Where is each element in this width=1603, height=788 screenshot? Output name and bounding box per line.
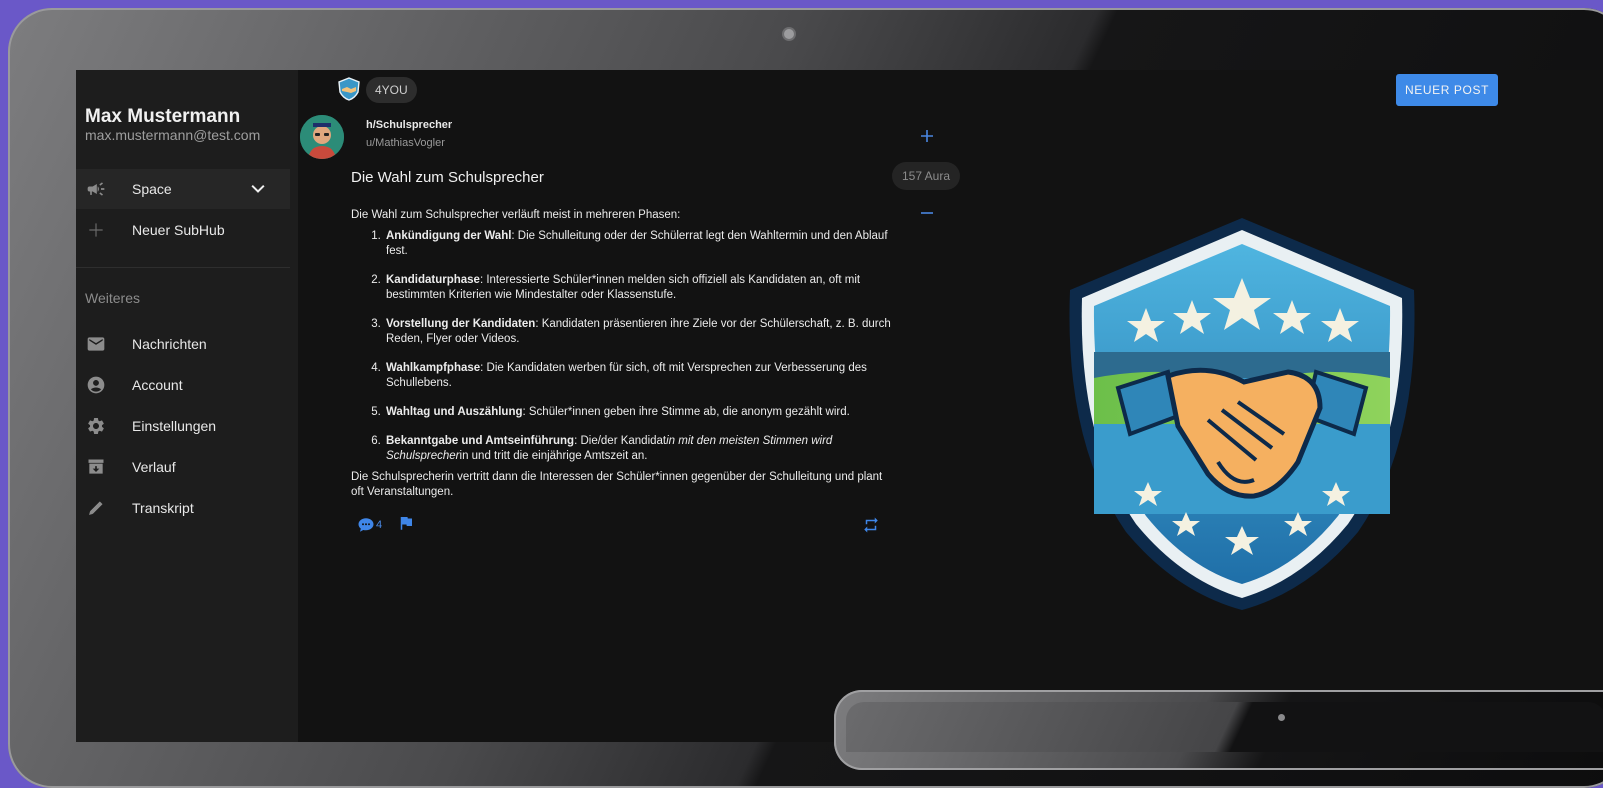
list-item: Wahltag und Auszählung: Schüler*innen ge… xyxy=(384,405,896,420)
sidebar-item-messages[interactable]: Nachrichten xyxy=(76,324,290,364)
gear-icon xyxy=(85,415,107,437)
sidebar-item-label: Space xyxy=(132,181,172,197)
user-email: max.mustermann@test.com xyxy=(85,127,261,143)
list-item: Ankündigung der Wahl: Die Schulleitung o… xyxy=(384,229,896,259)
handshake-badge-image xyxy=(1069,218,1415,610)
post-steps-list: Ankündigung der Wahl: Die Schulleitung o… xyxy=(351,229,896,464)
post-outro: Die Schulsprecherin vertritt dann die In… xyxy=(351,471,883,498)
repost-button[interactable] xyxy=(862,516,880,539)
sidebar-item-account[interactable]: Account xyxy=(76,365,290,405)
comment-count: 4 xyxy=(376,519,383,531)
chevron-down-icon[interactable] xyxy=(248,179,268,202)
pencil-icon xyxy=(85,497,107,519)
post-intro: Die Wahl zum Schulsprecher verläuft meis… xyxy=(351,209,681,221)
megaphone-icon xyxy=(85,178,107,200)
plus-icon xyxy=(85,219,107,241)
post-body: Die Wahl zum Schulsprecher verläuft meis… xyxy=(351,208,896,500)
account-circle-icon xyxy=(85,374,107,396)
subhub-chip[interactable]: 4YOU xyxy=(366,77,417,103)
sidebar-item-label: Nachrichten xyxy=(132,336,207,352)
comment-button[interactable]: 4 xyxy=(357,514,385,536)
sidebar-divider xyxy=(76,267,290,268)
downvote-minus-icon[interactable] xyxy=(918,204,936,222)
sidebar-item-history[interactable]: Verlauf xyxy=(76,447,290,487)
post-title: Die Wahl zum Schulsprecher xyxy=(351,169,544,186)
subhub-logo-icon xyxy=(338,77,360,101)
flag-icon xyxy=(400,517,412,530)
sidebar-item-label: Transkript xyxy=(132,500,194,516)
sidebar-item-label: Neuer SubHub xyxy=(132,222,225,238)
sidebar-item-label: Account xyxy=(132,377,183,393)
list-item: Bekanntgabe und Amtseinführung: Die/der … xyxy=(384,434,896,464)
list-item: Kandidaturphase: Interessierte Schüler*i… xyxy=(384,273,896,303)
list-item: Wahlkampfphase: Die Kandidaten werben fü… xyxy=(384,361,896,391)
sidebar-item-settings[interactable]: Einstellungen xyxy=(76,406,290,446)
app-screen: Max Mustermann max.mustermann@test.com S… xyxy=(76,70,1603,742)
user-name: Max Mustermann xyxy=(85,106,241,127)
upvote-plus-icon[interactable] xyxy=(918,127,936,145)
sidebar-item-space[interactable]: Space xyxy=(76,169,290,209)
sidebar-item-transcript[interactable]: Transkript xyxy=(76,488,290,528)
report-button[interactable] xyxy=(397,514,415,537)
mail-icon xyxy=(85,333,107,355)
sidebar-item-new-subhub[interactable]: Neuer SubHub xyxy=(76,210,290,250)
archive-icon xyxy=(85,456,107,478)
comment-icon xyxy=(358,518,374,532)
second-webcam-icon xyxy=(1278,714,1285,721)
list-item: Vorstellung der Kandidaten: Kandidaten p… xyxy=(384,317,896,347)
webcam-icon xyxy=(784,29,794,39)
post-subhub[interactable]: h/Schulsprecher xyxy=(366,119,452,131)
repost-icon xyxy=(864,517,878,533)
sidebar-item-label: Verlauf xyxy=(132,459,176,475)
sidebar: Max Mustermann max.mustermann@test.com S… xyxy=(76,70,298,742)
avatar[interactable] xyxy=(300,115,344,159)
post-author[interactable]: u/MathiasVogler xyxy=(366,137,445,149)
section-label: Weiteres xyxy=(85,290,140,306)
sidebar-item-label: Einstellungen xyxy=(132,418,217,434)
aura-score: 157 Aura xyxy=(892,162,960,190)
second-laptop-screen xyxy=(846,702,1603,752)
new-post-button[interactable]: NEUER POST xyxy=(1396,74,1498,106)
